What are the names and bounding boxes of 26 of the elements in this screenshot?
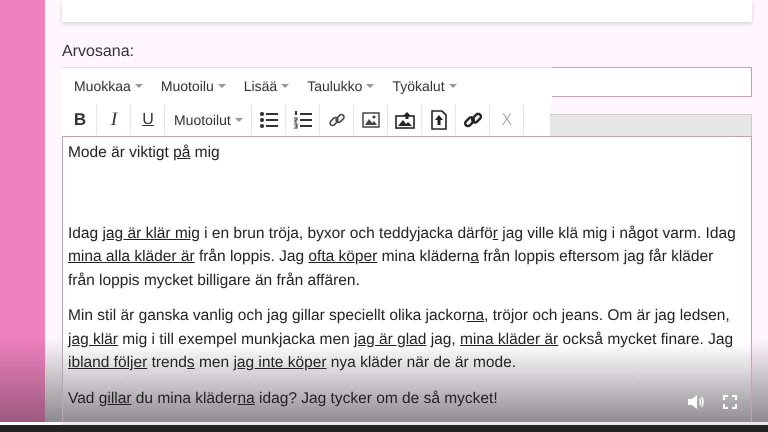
caret-icon bbox=[448, 84, 457, 88]
bullet-list-icon bbox=[260, 112, 278, 128]
caret-icon bbox=[218, 84, 226, 88]
editor-area[interactable] bbox=[62, 136, 752, 422]
caret-icon bbox=[366, 84, 374, 88]
image-upload-icon bbox=[394, 110, 415, 129]
paragraph: Min stil är ganska vanlig och jag gillar speciellt olika jackorna, tröjor och jeans. Om är jag ledsen, jag klär mig i till exempel munkjacka men jag är glad jag, mina kläder är också mycket finare. Jag ibland följer trends men jag inte köper nya kläder när de är mode. bbox=[68, 306, 734, 373]
caret-icon bbox=[134, 84, 143, 88]
menu-item[interactable]: Lisää bbox=[236, 78, 298, 94]
paragraph: Vad gillar du mina kläderna idag? Jag tycker om de så mycket! bbox=[68, 388, 498, 408]
volume-icon[interactable] bbox=[687, 394, 705, 410]
menu-item[interactable]: Taulukko bbox=[299, 78, 382, 94]
paragraph: Mode är viktigt på mig bbox=[68, 143, 220, 163]
field-label: Arvosana: bbox=[62, 43, 136, 61]
menu-item[interactable]: Muotoilu bbox=[152, 78, 234, 94]
image-icon bbox=[362, 112, 380, 128]
caret-icon bbox=[281, 84, 290, 88]
menu-item[interactable]: Muokkaa bbox=[66, 78, 151, 94]
caret-icon bbox=[234, 118, 243, 122]
link-icon bbox=[462, 110, 483, 130]
fullscreen-icon[interactable] bbox=[723, 395, 737, 409]
numbered-list-icon bbox=[294, 110, 312, 129]
progress-track[interactable] bbox=[0, 422, 768, 425]
paragraph: Idag jag är klär mig i en brun tröja, byxor och teddyjacka därför jag ville klä mig i något varm. Idag mina alla kläder är från loppis. Jag ofta köper mina kläderna från loppis eftersom jag får kläder från loppis mycket billigare än från affären. bbox=[68, 224, 737, 290]
file-upload-icon bbox=[430, 110, 447, 130]
menu-item[interactable]: Työkalut bbox=[384, 78, 465, 94]
